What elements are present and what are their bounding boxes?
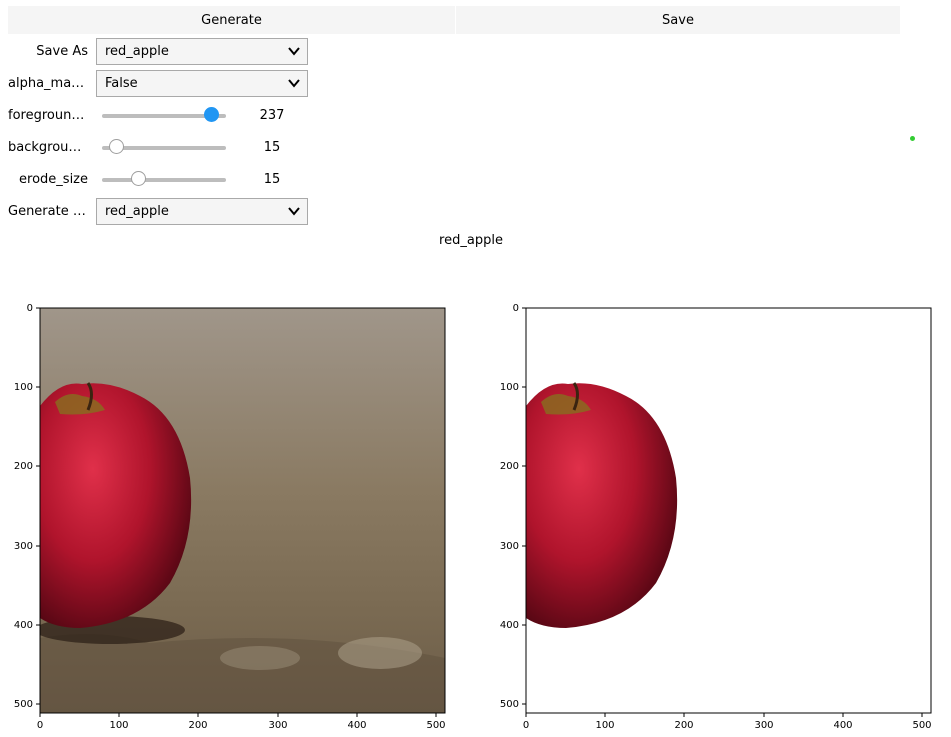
foreground-slider-thumb[interactable] bbox=[204, 107, 219, 122]
right-x-axis: 0 100 200 300 400 500 bbox=[523, 712, 932, 731]
foreground-value: 237 bbox=[259, 108, 285, 123]
right-y-tick-400: 400 bbox=[500, 620, 519, 631]
left-y-tick-200: 200 bbox=[14, 461, 33, 472]
foreground-label: foreground... bbox=[8, 108, 88, 123]
right-y-tick-100: 100 bbox=[500, 382, 519, 393]
left-x-tick-100: 100 bbox=[109, 720, 128, 731]
left-x-tick-0: 0 bbox=[37, 720, 43, 731]
left-y-tick-500: 500 bbox=[14, 699, 33, 710]
generate-button[interactable]: Generate bbox=[8, 6, 455, 34]
save-as-dropdown[interactable]: red_apple bbox=[96, 38, 308, 65]
right-x-tick-200: 200 bbox=[674, 720, 693, 731]
save-as-row: Save As red_apple bbox=[0, 38, 460, 66]
foreground-row: foreground... 237 bbox=[0, 102, 460, 130]
erode-size-slider-thumb[interactable] bbox=[131, 171, 146, 186]
right-x-tick-100: 100 bbox=[595, 720, 614, 731]
right-x-tick-0: 0 bbox=[523, 720, 529, 731]
chevron-down-icon bbox=[288, 207, 300, 216]
erode-size-label: erode_size bbox=[19, 172, 88, 187]
chevron-down-icon bbox=[288, 47, 300, 56]
generate-c-row: Generate c... red_apple bbox=[0, 198, 460, 226]
generate-c-label: Generate c... bbox=[8, 204, 88, 219]
left-x-axis: 0 100 200 300 400 500 bbox=[37, 712, 446, 731]
right-y-axis: 0 100 200 300 400 500 bbox=[500, 303, 527, 713]
alpha-matting-value: False bbox=[105, 76, 138, 91]
left-y-tick-100: 100 bbox=[14, 382, 33, 393]
status-dot bbox=[910, 136, 915, 141]
right-x-tick-500: 500 bbox=[912, 720, 931, 731]
left-y-tick-0: 0 bbox=[27, 303, 33, 314]
background-row: backgroun... 15 bbox=[0, 134, 460, 162]
alpha-matting-row: alpha_matt... False bbox=[0, 70, 460, 98]
right-y-tick-500: 500 bbox=[500, 699, 519, 710]
background-label: backgroun... bbox=[8, 140, 88, 155]
left-x-tick-500: 500 bbox=[426, 720, 445, 731]
image-caption: red_apple bbox=[439, 233, 503, 248]
right-x-tick-300: 300 bbox=[754, 720, 773, 731]
left-y-tick-300: 300 bbox=[14, 541, 33, 552]
right-y-tick-300: 300 bbox=[500, 541, 519, 552]
left-x-tick-200: 200 bbox=[188, 720, 207, 731]
right-y-tick-0: 0 bbox=[513, 303, 519, 314]
right-y-tick-200: 200 bbox=[500, 461, 519, 472]
generate-c-dropdown[interactable]: red_apple bbox=[96, 198, 308, 225]
left-x-tick-400: 400 bbox=[347, 720, 366, 731]
left-y-axis: 0 100 200 300 400 500 bbox=[14, 303, 41, 713]
generate-c-value: red_apple bbox=[105, 204, 169, 219]
original-image-plot: 0 100 200 300 400 500 0 100 200 300 400 … bbox=[14, 303, 446, 731]
chevron-down-icon bbox=[288, 79, 300, 88]
erode-size-value: 15 bbox=[263, 172, 281, 187]
right-x-tick-400: 400 bbox=[833, 720, 852, 731]
alpha-matting-dropdown[interactable]: False bbox=[96, 70, 308, 97]
background-value: 15 bbox=[263, 140, 281, 155]
save-as-value: red_apple bbox=[105, 44, 169, 59]
erode-size-slider-track[interactable] bbox=[102, 178, 226, 182]
save-button[interactable]: Save bbox=[456, 6, 900, 34]
alpha-matting-label: alpha_matt... bbox=[8, 76, 88, 91]
left-x-tick-300: 300 bbox=[268, 720, 287, 731]
save-as-label: Save As bbox=[36, 44, 88, 59]
left-y-tick-400: 400 bbox=[14, 620, 33, 631]
erode-size-row: erode_size 15 bbox=[0, 166, 460, 194]
result-image-plot: 0 100 200 300 400 500 0 100 200 300 400 … bbox=[500, 303, 932, 731]
background-slider-thumb[interactable] bbox=[109, 139, 124, 154]
